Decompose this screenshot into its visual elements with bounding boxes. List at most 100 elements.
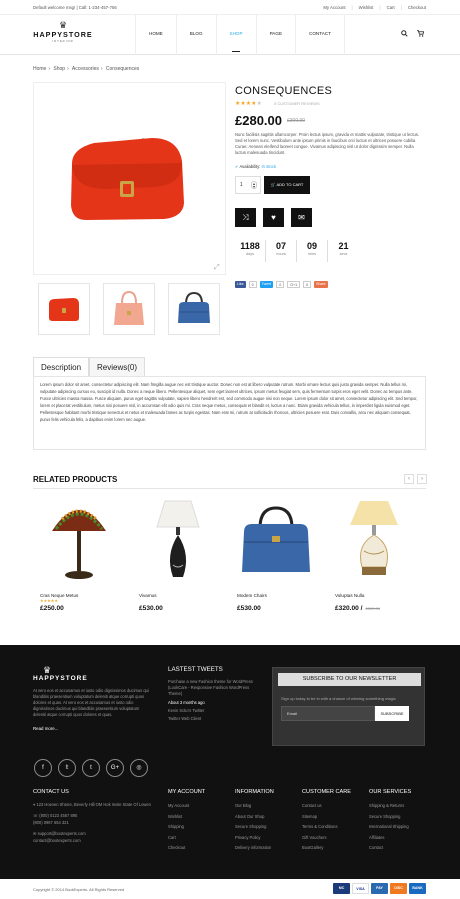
newsletter-email-input[interactable]: Email	[281, 706, 375, 721]
tweet-author-link[interactable]: Kevin Scko's Twitter	[168, 708, 260, 713]
countdown-timer: 1188 days 07 hours 09 mins 21 secs	[235, 240, 359, 262]
link-wishlist[interactable]: Wishlist	[359, 5, 374, 10]
share-button[interactable]: Share	[314, 281, 328, 288]
thumbnail-red-bag[interactable]	[38, 283, 90, 335]
product-price: £280.00	[235, 113, 282, 128]
countdown-hours: 07 hours	[266, 240, 297, 262]
breadcrumb-home[interactable]: Home	[33, 66, 46, 72]
product-tabs: Description Reviews(0)	[33, 357, 146, 376]
logo[interactable]: ♛ HAPPYSTORE INTERIOR	[33, 21, 93, 47]
carousel-arrows: ‹ ›	[404, 474, 427, 484]
envelope-icon: ✉	[298, 213, 305, 222]
footer-col-my-account: MY ACCOUNT My Account Wishlist Shipping …	[168, 789, 206, 850]
ceramic-lamp-image	[328, 494, 420, 586]
visa-icon: VISA	[352, 883, 369, 894]
crown-icon: ♛	[43, 665, 52, 675]
tab-content: Lorem ipsum dolor sit amet, consectetur …	[33, 376, 426, 450]
product-rating: ★★★★★	[235, 101, 262, 107]
tab-reviews[interactable]: Reviews(0)	[89, 357, 146, 376]
zoom-icon[interactable]: ⤢	[214, 263, 223, 272]
twitter-icon[interactable]: 𝕥	[58, 759, 76, 777]
thumbnail-strip	[38, 283, 220, 335]
heart-icon: ♥	[271, 213, 276, 222]
social-icons: f 𝕥 t G+ ◎	[34, 759, 148, 777]
nav-contact[interactable]: CONTACT	[295, 15, 345, 55]
google-plus-icon[interactable]: G+	[106, 759, 124, 777]
facebook-like-button[interactable]: Like	[235, 281, 246, 288]
footer-col-our-services: OUR SERVICES Shipping & Returns Secure S…	[369, 789, 412, 850]
mastercard-icon: MC	[333, 883, 350, 894]
link-my-account[interactable]: My Account	[323, 5, 345, 10]
rating-stars: ★★★★★	[40, 598, 58, 603]
stock-status: In stock	[261, 164, 276, 169]
countdown-mins: 09 mins	[297, 240, 328, 262]
add-to-cart-button[interactable]: 🛒 ADD TO CART	[264, 176, 310, 194]
search-icon[interactable]	[401, 30, 408, 37]
read-more-link[interactable]: Read more...	[33, 726, 58, 731]
nav-page[interactable]: PAGE	[255, 15, 295, 55]
thumbnail-blue-bag[interactable]	[168, 283, 220, 335]
link-checkout[interactable]: Checkout	[408, 5, 426, 10]
footer-about: At vero eos et accusamus et iusto odio d…	[33, 688, 149, 717]
related-product-card[interactable]: Modem Chairs £530.00	[230, 494, 322, 622]
footer-contact: CONTACT US ⌖ 123 Hoeven Shtore, Beverly …	[33, 789, 151, 843]
cart-icon: 🛒	[270, 182, 276, 187]
tumblr-icon[interactable]: t	[82, 759, 100, 777]
compare-button[interactable]: ⤨	[235, 208, 256, 227]
footer-col-information: INFORMATION Our Blog About Our Shop Secu…	[235, 789, 274, 850]
product-old-price: £300.00	[287, 118, 306, 124]
crown-icon: ♛	[58, 20, 68, 30]
next-arrow-icon[interactable]: ›	[417, 474, 427, 484]
email-button[interactable]: ✉	[291, 208, 312, 227]
nav-shop[interactable]: SHOP	[215, 15, 256, 55]
copyright: Copyright © 2014 BootExperts. All Rights…	[33, 887, 125, 892]
table-lamp-image	[132, 494, 224, 586]
payment-methods: MC VISA PAY DISC BANK	[333, 883, 426, 894]
paypal-icon: PAY	[371, 883, 388, 894]
breadcrumb-accessories[interactable]: Accessories	[72, 66, 99, 72]
blue-handbag-image	[230, 494, 322, 586]
red-handbag-image	[71, 138, 184, 220]
countdown-secs: 21 secs	[338, 241, 349, 256]
subscribe-button[interactable]: SUBSCRIBE	[375, 706, 409, 721]
related-product-card[interactable]: Vivamus £530.00	[132, 494, 224, 622]
product-description: Nunc facilisis sagittis ullamcorper. Pro…	[235, 132, 420, 155]
quantity-input[interactable]: 1 ▴ ▾	[235, 176, 261, 194]
social-share: Like 0 Tweet 0 G+1 0 Share	[235, 281, 328, 288]
shuffle-icon: ⤨	[242, 213, 249, 222]
tweet-button[interactable]: Tweet	[259, 281, 274, 288]
cart-icon[interactable]	[417, 30, 424, 37]
prev-arrow-icon[interactable]: ‹	[404, 474, 414, 484]
review-count[interactable]: 0 CUSTOMER REVIEWS	[274, 101, 320, 106]
dribbble-icon[interactable]: ◎	[130, 759, 148, 777]
related-product-card[interactable]: Voluptas Nulla £320.00 /£300.00	[328, 494, 420, 622]
thumbnail-pink-bag[interactable]	[103, 283, 155, 335]
main-product-image[interactable]: ⤢	[33, 82, 226, 275]
related-products-title: RELATED PRODUCTS	[33, 475, 118, 484]
nav-home[interactable]: HOME	[135, 15, 176, 55]
nav-blog[interactable]: BLOG	[175, 15, 216, 55]
tab-description[interactable]: Description	[33, 357, 90, 376]
availability: ✔ Availability: In stock	[235, 164, 276, 169]
newsletter-box: SUBSCRIBE TO OUR NEWSLETTER Sign up toda…	[272, 667, 425, 746]
facebook-icon[interactable]: f	[34, 759, 52, 777]
footer: ♛ HAPPYSTORE At vero eos et accusamus et…	[0, 645, 460, 879]
latest-tweets: LASTEST TWEETS Purchase a new Fashion th…	[168, 666, 260, 721]
countdown-days: 1188 days	[235, 240, 266, 262]
welcome-message: Default welcome msg! | Call: 1-234-457-7…	[33, 5, 117, 10]
check-icon: ✔	[235, 164, 239, 169]
breadcrumb: Home › Shop › Accessories › Consequences	[33, 66, 140, 72]
product-actions: ⤨ ♥ ✉	[235, 208, 312, 227]
top-bar: Default welcome msg! | Call: 1-234-457-7…	[0, 0, 460, 15]
link-cart[interactable]: Cart	[387, 5, 395, 10]
wishlist-button[interactable]: ♥	[263, 208, 284, 227]
footer-logo[interactable]: ♛ HAPPYSTORE	[33, 665, 88, 683]
breadcrumb-shop[interactable]: Shop	[53, 66, 65, 72]
top-links: My Account | Wishlist | Cart | Checkout	[323, 5, 426, 10]
quantity-spinner[interactable]: ▴ ▾	[251, 181, 257, 189]
related-product-card[interactable]: Cras Neque Metus ★★★★★ £250.00	[33, 494, 125, 622]
discover-icon: DISC	[390, 883, 407, 894]
product-title: CONSEQUENCES	[235, 85, 333, 97]
gplus-button[interactable]: G+1	[287, 281, 301, 288]
header-icons	[401, 30, 424, 37]
